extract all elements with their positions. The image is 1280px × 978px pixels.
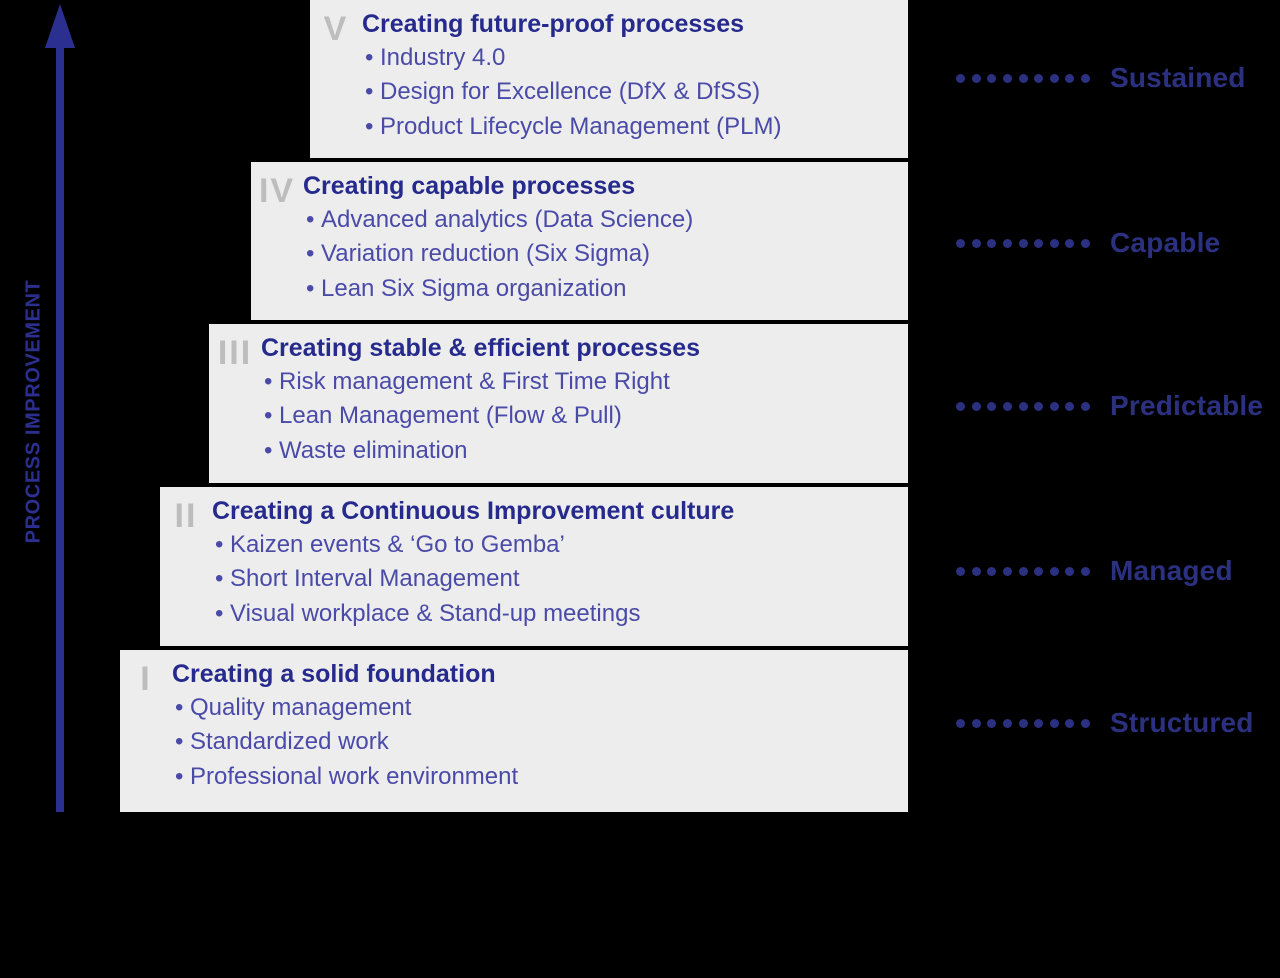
step-numeral: V [323, 10, 349, 48]
list-item: Risk management & First Time Right [279, 365, 908, 400]
step-numeral: I [140, 660, 152, 698]
list-item: Standardized work [190, 725, 908, 760]
maturity-step-4[interactable]: IV Creating capable processes Advanced a… [251, 162, 908, 320]
maturity-label: Predictable [1110, 390, 1264, 421]
step-bullet-list: Risk management & First Time Right Lean … [261, 365, 908, 469]
maturity-level-capable: Capable [940, 223, 1280, 263]
step-numeral: IV [258, 172, 296, 210]
step-title: Creating capable processes [303, 172, 636, 200]
step-bullet-list: Quality management Standardized work Pro… [172, 691, 908, 795]
list-item: Variation reduction (Six Sigma) [321, 237, 908, 272]
step-bullet-list: Advanced analytics (Data Science) Variat… [303, 203, 908, 307]
step-bullet-list: Industry 4.0 Design for Excellence (DfX … [362, 41, 908, 145]
list-item: Short Interval Management [230, 562, 908, 597]
dotted-connector-icon [956, 718, 1090, 728]
maturity-level-predictable: Predictable [940, 386, 1280, 426]
maturity-level-managed: Managed [940, 551, 1280, 591]
list-item: Lean Six Sigma organization [321, 272, 908, 307]
step-title: Creating a Continuous Improvement cultur… [212, 497, 735, 525]
list-item: Kaizen events & ‘Go to Gemba’ [230, 528, 908, 563]
dotted-connector-icon [956, 238, 1090, 248]
list-item: Waste elimination [279, 434, 908, 469]
maturity-step-1[interactable]: I Creating a solid foundation Quality ma… [120, 650, 908, 812]
step-title: Creating future-proof processes [362, 10, 745, 38]
step-bullet-list: Kaizen events & ‘Go to Gemba’ Short Inte… [212, 528, 908, 632]
dotted-connector-icon [956, 566, 1090, 576]
maturity-step-2[interactable]: II Creating a Continuous Improvement cul… [160, 487, 908, 646]
maturity-step-3[interactable]: III Creating stable & efficient processe… [209, 324, 908, 483]
list-item: Visual workplace & Stand-up meetings [230, 597, 908, 632]
maturity-step-5[interactable]: V Creating future-proof processes Indust… [310, 0, 908, 158]
step-numeral: II [174, 497, 198, 535]
maturity-level-sustained: Sustained [940, 58, 1280, 98]
list-item: Advanced analytics (Data Science) [321, 203, 908, 238]
list-item: Industry 4.0 [380, 41, 908, 76]
maturity-label: Managed [1110, 555, 1233, 586]
step-title: Creating a solid foundation [172, 660, 496, 688]
maturity-level-legend: Sustained Capable Predictable Managed St… [940, 0, 1280, 830]
step-title: Creating stable & efficient processes [261, 334, 701, 362]
list-item: Lean Management (Flow & Pull) [279, 399, 908, 434]
list-item: Quality management [190, 691, 908, 726]
maturity-level-structured: Structured [940, 703, 1280, 743]
list-item: Product Lifecycle Management (PLM) [380, 110, 908, 145]
maturity-label: Structured [1110, 707, 1254, 738]
list-item: Professional work environment [190, 760, 908, 795]
list-item: Design for Excellence (DfX & DfSS) [380, 75, 908, 110]
maturity-label: Sustained [1110, 62, 1246, 93]
dotted-connector-icon [956, 401, 1090, 411]
maturity-label: Capable [1110, 227, 1221, 258]
dotted-connector-icon [956, 73, 1090, 83]
step-numeral: III [217, 334, 253, 372]
